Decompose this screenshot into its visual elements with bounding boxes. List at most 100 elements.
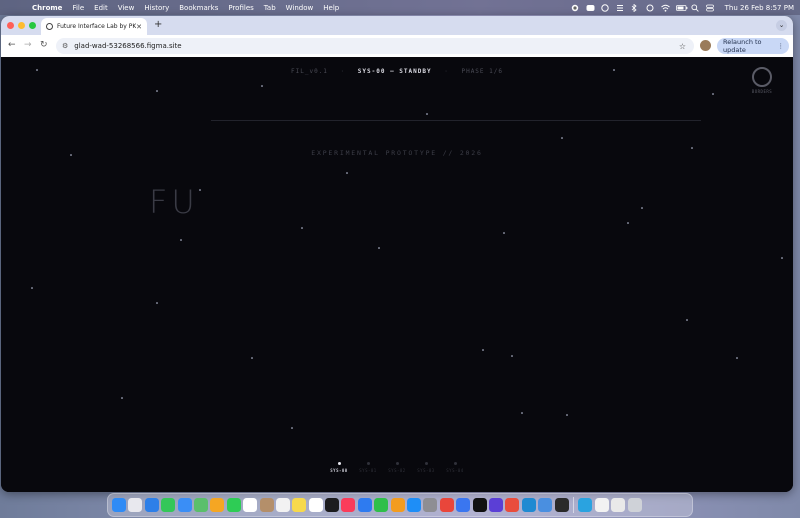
trash-icon[interactable]: [627, 498, 642, 512]
launchpad-icon[interactable]: [128, 498, 143, 512]
star-dot: [641, 207, 643, 209]
reload-icon[interactable]: ↻: [40, 40, 48, 50]
hud-version: FIL_v0.1: [291, 68, 328, 75]
bookmark-star-icon[interactable]: ☆: [679, 42, 686, 51]
photos-icon[interactable]: [210, 498, 225, 512]
address-bar[interactable]: ⚙ glad-wad-53268566.figma.site ☆: [56, 38, 694, 54]
signal-icon[interactable]: [456, 498, 471, 512]
star-dot: [180, 239, 182, 241]
step-dot: [337, 462, 341, 465]
wifi-icon[interactable]: [660, 4, 670, 12]
star-dot: [503, 232, 505, 234]
brand-logo-icon[interactable]: [752, 67, 772, 87]
menu-history[interactable]: History: [144, 4, 169, 12]
step-label: SYS-03: [417, 468, 435, 473]
fullscreen-window-button[interactable]: [29, 22, 36, 29]
calendar-icon[interactable]: [243, 498, 258, 512]
system-settings-icon[interactable]: [423, 498, 438, 512]
music-icon[interactable]: [341, 498, 356, 512]
safari-icon[interactable]: [144, 498, 159, 512]
maps-icon[interactable]: [193, 498, 208, 512]
freeform-icon[interactable]: [308, 498, 323, 512]
back-arrow-icon[interactable]: ←: [8, 40, 16, 50]
figma-icon[interactable]: [505, 498, 520, 512]
contacts-icon[interactable]: [259, 498, 274, 512]
step-sys-03[interactable]: SYS-03: [417, 462, 436, 473]
menu-app-name[interactable]: Chrome: [32, 4, 62, 12]
screen-record-icon[interactable]: [586, 4, 595, 11]
step-dot: [453, 462, 457, 465]
brand-logo-text: BORDERS: [751, 89, 773, 94]
close-window-button[interactable]: [7, 22, 14, 29]
play-circle-icon[interactable]: [600, 4, 609, 12]
star-dot: [31, 287, 33, 289]
list-icon[interactable]: [616, 4, 624, 11]
bluetooth-icon[interactable]: [631, 3, 639, 13]
menu-edit[interactable]: Edit: [94, 4, 108, 12]
perplexity-icon[interactable]: [488, 498, 503, 512]
star-dot: [712, 93, 714, 95]
menu-help[interactable]: Help: [323, 4, 339, 12]
star-dot: [378, 247, 380, 249]
menu-view[interactable]: View: [118, 4, 135, 12]
chatgpt-icon[interactable]: [472, 498, 487, 512]
tab-close-icon[interactable]: ✕: [136, 23, 142, 31]
menu-tab[interactable]: Tab: [264, 4, 276, 12]
reminders-icon[interactable]: [275, 498, 290, 512]
vscode-icon[interactable]: [521, 498, 536, 512]
relaunch-button[interactable]: Relaunch to update ⋮: [717, 38, 789, 54]
chrome-icon[interactable]: [439, 498, 454, 512]
menu-bookmarks[interactable]: Bookmarks: [179, 4, 218, 12]
minimize-window-button[interactable]: [18, 22, 25, 29]
messages-icon[interactable]: [161, 498, 176, 512]
browser-window: Future Interface Lab by PK - … ✕ + ⌄ ← →…: [1, 16, 793, 492]
menu-file[interactable]: File: [72, 4, 84, 12]
star-dot: [346, 172, 348, 174]
menu-profiles[interactable]: Profiles: [228, 4, 253, 12]
tv-icon[interactable]: [325, 498, 340, 512]
step-sys-02[interactable]: SYS-02: [388, 462, 407, 473]
site-info-icon[interactable]: ⚙: [62, 42, 68, 50]
sync-icon[interactable]: [646, 4, 654, 12]
step-sys-01[interactable]: SYS-01: [359, 462, 378, 473]
step-label: SYS-04: [446, 468, 464, 473]
notes-icon[interactable]: [292, 498, 307, 512]
app-store-icon[interactable]: [407, 498, 422, 512]
record-icon[interactable]: [571, 4, 579, 12]
step-dot: [366, 462, 370, 465]
star-dot: [781, 257, 783, 259]
preview-icon[interactable]: [538, 498, 553, 512]
menu-bar: Chrome File Edit View History Bookmarks …: [0, 0, 800, 15]
star-dot: [511, 355, 513, 357]
figma-app-icon[interactable]: [554, 498, 569, 512]
star-dot: [482, 349, 484, 351]
new-tab-button[interactable]: +: [154, 19, 162, 30]
keynote-icon[interactable]: [357, 498, 372, 512]
menubar-clock[interactable]: Thu 26 Feb 8:57 PM: [725, 4, 794, 12]
search-icon[interactable]: [691, 4, 699, 12]
tab-search-button[interactable]: ⌄: [776, 20, 787, 31]
step-sys-04[interactable]: SYS-04: [446, 462, 465, 473]
favicon-icon: [46, 23, 53, 30]
hud-separator: ·: [444, 68, 449, 75]
folder-icon[interactable]: [611, 498, 626, 512]
forward-arrow-icon[interactable]: →: [24, 40, 32, 50]
numbers-icon[interactable]: [374, 498, 389, 512]
mail-icon[interactable]: [177, 498, 192, 512]
more-menu-icon[interactable]: ⋮: [778, 42, 785, 50]
telegram-icon[interactable]: [578, 498, 593, 512]
profile-avatar[interactable]: [700, 40, 711, 51]
star-dot: [566, 414, 568, 416]
facetime-icon[interactable]: [226, 498, 241, 512]
step-dot: [424, 462, 428, 465]
url-text[interactable]: glad-wad-53268566.figma.site: [74, 42, 181, 50]
tab-active[interactable]: Future Interface Lab by PK - … ✕: [41, 18, 147, 35]
control-center-icon[interactable]: [705, 4, 714, 12]
pages-icon[interactable]: [390, 498, 405, 512]
document-icon[interactable]: [594, 498, 609, 512]
finder-icon[interactable]: [112, 498, 126, 512]
step-sys-00[interactable]: SYS-00: [330, 462, 349, 473]
battery-icon[interactable]: [675, 4, 688, 11]
star-dot: [291, 427, 293, 429]
menu-window[interactable]: Window: [286, 4, 314, 12]
